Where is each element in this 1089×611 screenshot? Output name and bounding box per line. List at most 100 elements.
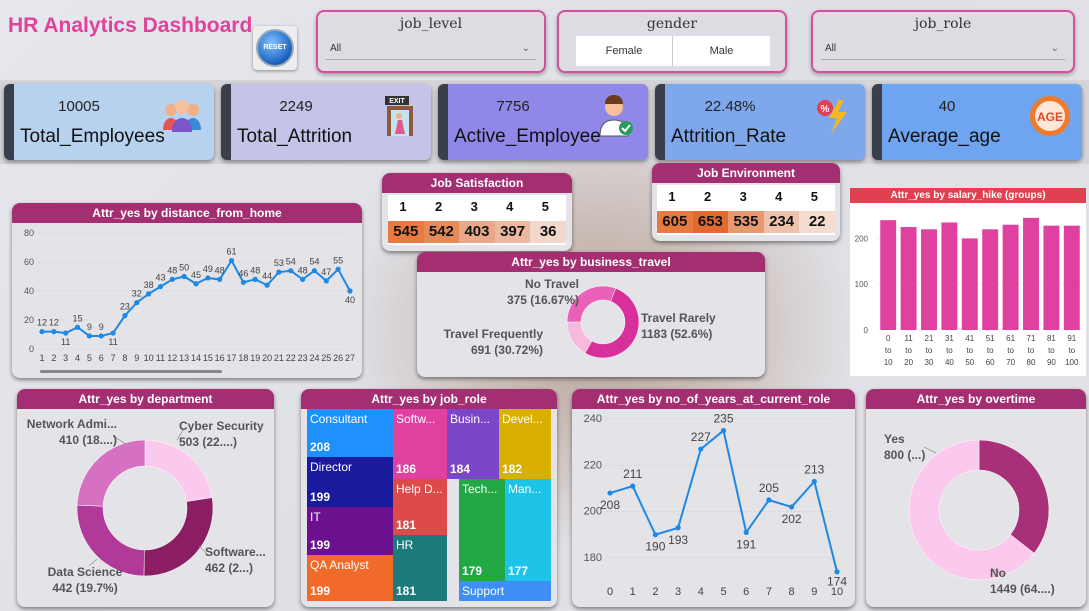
treemap-tile-consultant[interactable]: Consultant 208 <box>307 409 393 457</box>
x-tick-label: 26 <box>333 353 343 363</box>
data-label: 54 <box>286 257 296 267</box>
job-level-select[interactable]: All ⌄ <box>326 38 536 60</box>
data-label: 11 <box>108 337 117 347</box>
kpi-accent <box>221 84 231 160</box>
x-tick-label: 23 <box>298 353 308 363</box>
x-tick-label: 2 <box>652 586 658 598</box>
data-point <box>675 525 681 531</box>
data-label: 202 <box>782 512 802 526</box>
gender-filter: gender Female Male <box>557 10 787 73</box>
panel-title: Job Environment <box>652 163 840 183</box>
reset-button[interactable]: RESET <box>253 26 297 70</box>
x-tick-label: to <box>1028 346 1035 355</box>
data-point <box>811 478 817 485</box>
x-tick-label: 17 <box>227 353 237 363</box>
data-label: 9 <box>99 322 104 332</box>
gender-female-button[interactable]: Female <box>576 36 673 66</box>
label-value: 410 (18....) <box>58 433 117 447</box>
matrix-header: 1 <box>399 199 407 214</box>
kpi-average-age: 40 Average_age AGE <box>872 84 1082 160</box>
tile-value: 179 <box>462 564 483 578</box>
treemap-tile-tech[interactable]: Tech... 179 <box>459 479 505 581</box>
label-no: No 1449 (64....) <box>990 565 1086 597</box>
x-tick-label: 3 <box>63 353 68 363</box>
bar <box>1002 224 1019 330</box>
label-value: 442 (19.7%) <box>52 581 118 595</box>
data-point <box>134 300 140 306</box>
lightning-percent-icon: % <box>817 100 847 134</box>
kpi-value: 10005 <box>58 98 100 115</box>
x-tick-label: 8 <box>789 586 795 598</box>
treemap-tile-developer[interactable]: Devel... 182 <box>499 409 551 479</box>
matrix-header: 4 <box>775 189 783 204</box>
x-tick-label: 15 <box>203 353 213 363</box>
data-point <box>39 329 45 335</box>
data-point <box>652 532 658 538</box>
job-role-select[interactable]: All ⌄ <box>821 38 1065 60</box>
svg-text:EXIT: EXIT <box>389 98 405 105</box>
data-label: 227 <box>691 430 711 444</box>
y-tick-label: 40 <box>24 286 34 296</box>
matrix-cell: 535 <box>728 211 764 233</box>
x-tick-label: 6 <box>743 586 749 598</box>
matrix-cell: 403 <box>459 221 495 243</box>
treemap-tile-hr[interactable]: HR 181 <box>393 535 447 601</box>
treemap-tile-qa-analyst[interactable]: QA Analyst 199 <box>307 555 393 601</box>
label-network-admin: Network Admi... 410 (18....) <box>17 416 117 448</box>
donut-slice <box>978 439 1050 554</box>
y-tick-label: 0 <box>29 344 34 354</box>
x-tick-label: 71 <box>1027 334 1036 343</box>
treemap-tile-director[interactable]: Director 199 <box>307 457 393 507</box>
label-name: Data Science <box>47 565 123 579</box>
age-badge-icon: AGE <box>1030 96 1070 136</box>
x-tick-label: 19 <box>250 353 260 363</box>
panel-title: Attr_yes by job_role <box>301 389 557 409</box>
panel-title: Attr_yes by business_travel <box>417 252 765 272</box>
years-line-chart: 1802002202402080211119021933227423551916… <box>584 412 848 598</box>
x-tick-label: 80 <box>1027 358 1036 367</box>
tile-label: Man... <box>508 482 542 496</box>
treemap-tile-manager[interactable]: Man... 177 <box>505 479 551 581</box>
data-label: 12 <box>37 318 47 328</box>
matrix-cell: 22 <box>799 211 835 233</box>
data-label: 43 <box>155 273 165 283</box>
tile-value: 199 <box>310 584 331 598</box>
data-point <box>276 269 282 275</box>
treemap-tile-software[interactable]: Softw... 186 <box>393 409 447 479</box>
matrix-header: 3 <box>470 199 478 214</box>
x-tick-label: 7 <box>111 353 116 363</box>
x-tick-label: 10 <box>884 358 893 367</box>
job-role-treemap: Consultant 208 Director 199 IT 199 QA Analyst 1… <box>307 409 551 601</box>
data-point <box>51 329 57 335</box>
label-name: No <box>990 566 1006 580</box>
x-tick-label: 21 <box>925 334 934 343</box>
tile-value: 186 <box>396 462 417 476</box>
x-tick-label: 7 <box>766 586 772 598</box>
data-label: 61 <box>227 247 237 257</box>
matrix-cell: 234 <box>763 211 800 233</box>
job-level-value: All <box>330 43 342 54</box>
data-label: 15 <box>73 313 83 323</box>
kpi-total-employees: 10005 Total_Employees <box>4 84 214 160</box>
data-label: 211 <box>623 467 642 481</box>
tile-label: Director <box>310 460 353 474</box>
data-label: 44 <box>262 271 272 281</box>
x-tick-label: 40 <box>945 358 954 367</box>
treemap-tile-support[interactable]: Support <box>459 581 551 601</box>
data-label: 54 <box>309 257 319 267</box>
job-satisfaction-panel: Job Satisfaction 1 2 3 4 5 545 542 403 397 36 <box>382 173 572 251</box>
kpi-value: 2249 <box>279 98 313 115</box>
treemap-tile-help-desk[interactable]: Help D... 181 <box>393 479 447 535</box>
gender-male-button[interactable]: Male <box>673 36 770 66</box>
x-tick-label: to <box>1007 346 1014 355</box>
x-tick-label: 4 <box>75 353 80 363</box>
label-travel-frequently: Travel Frequently 691 (30.72%) <box>425 326 543 358</box>
years-panel: Attr_yes by no_of_years_at_current_role … <box>572 389 855 607</box>
svg-text:AGE: AGE <box>1037 110 1063 124</box>
kpi-accent <box>872 84 882 160</box>
business-travel-panel: Attr_yes by business_travel No Travel 375… <box>417 252 765 377</box>
kpi-total-attrition: 2249 Total_Attrition EXIT <box>221 84 431 160</box>
job-role-title: job_role <box>914 16 972 32</box>
treemap-tile-business[interactable]: Busin... 184 <box>447 409 499 479</box>
treemap-tile-it[interactable]: IT 199 <box>307 507 393 555</box>
